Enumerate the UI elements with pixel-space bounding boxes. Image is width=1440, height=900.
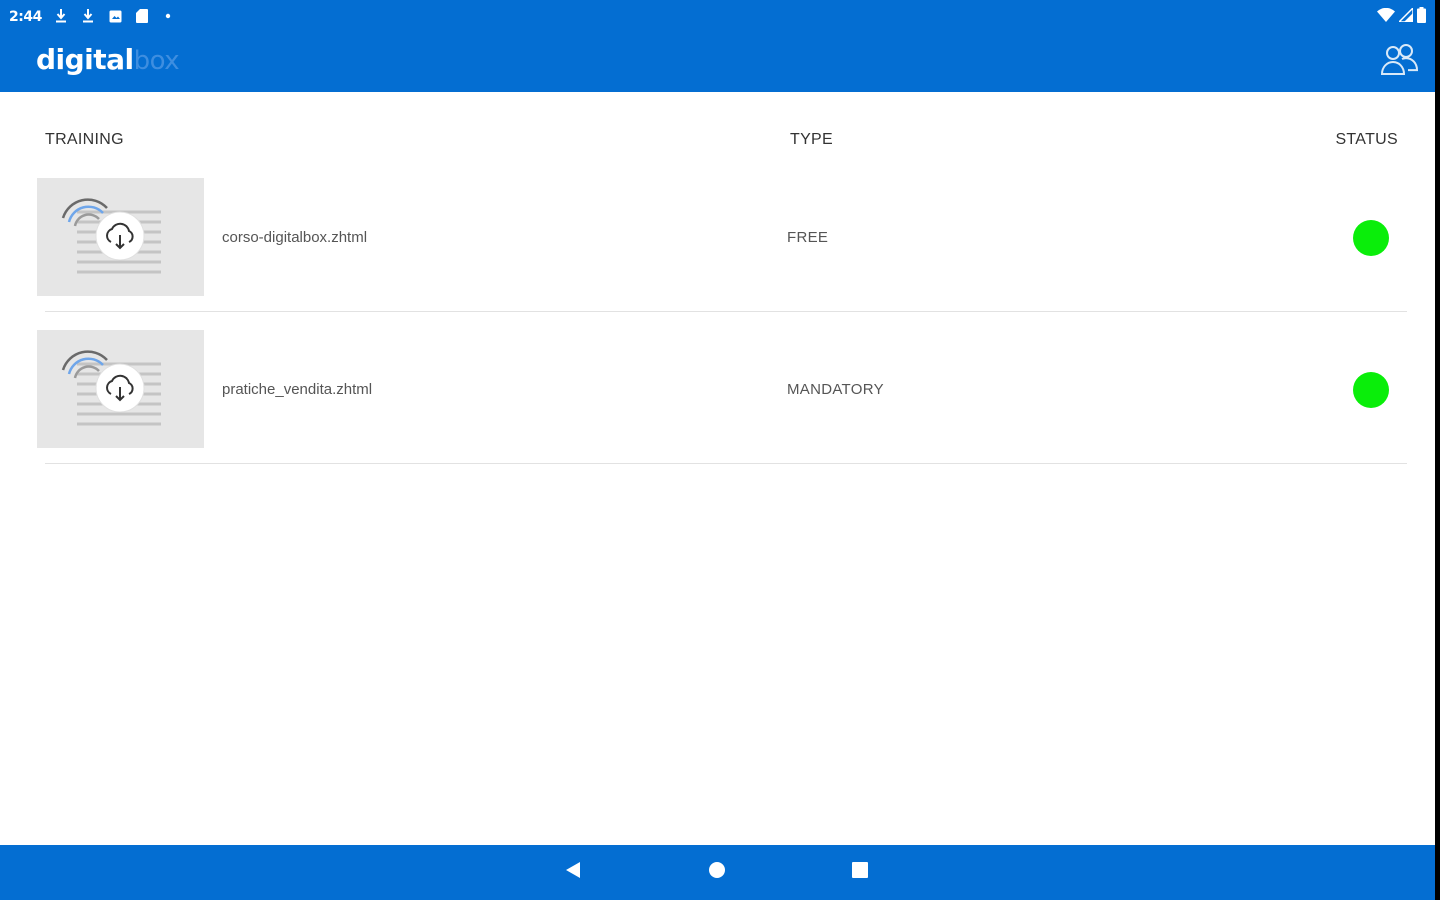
status-right-icons <box>1377 5 1426 28</box>
download-icon <box>81 8 95 24</box>
training-name: pratiche_vendita.zhtml <box>222 381 373 398</box>
sd-card-icon <box>135 8 149 24</box>
battery-icon <box>1417 6 1426 28</box>
document-thumbnail-graphic <box>61 350 161 426</box>
row-divider <box>45 311 1407 312</box>
header-training: TRAINING <box>45 131 124 148</box>
header-status: STATUS <box>1335 131 1398 148</box>
logo-sub-text: box <box>133 46 180 76</box>
wifi-icon <box>1377 7 1395 27</box>
training-name: corso-digitalbox.zhtml <box>222 229 368 246</box>
photo-icon <box>108 8 122 24</box>
table-row[interactable]: pratiche_vendita.zhtml MANDATORY <box>37 330 1407 464</box>
status-indicator <box>1353 372 1389 408</box>
recents-icon <box>851 861 869 884</box>
training-thumbnail <box>37 330 204 448</box>
users-icon <box>1380 43 1420 82</box>
navigation-bar <box>0 845 1440 900</box>
training-type: FREE <box>787 229 829 246</box>
app-header: 2:44 digitalbox <box>0 0 1440 92</box>
download-icon <box>54 8 68 24</box>
screen-edge <box>1435 0 1440 900</box>
signal-icon <box>1397 5 1414 27</box>
users-button[interactable] <box>1378 42 1422 82</box>
home-button[interactable] <box>689 845 745 900</box>
table-row[interactable]: corso-digitalbox.zhtml FREE <box>37 178 1407 312</box>
status-indicator <box>1353 220 1389 256</box>
training-type: MANDATORY <box>787 381 884 398</box>
document-thumbnail-graphic <box>61 198 161 274</box>
back-icon <box>564 861 582 884</box>
status-time: 2:44 <box>9 9 42 25</box>
dot-icon <box>161 8 175 24</box>
home-icon <box>708 861 726 884</box>
training-thumbnail <box>37 178 204 296</box>
back-button[interactable] <box>545 845 601 900</box>
header-type: TYPE <box>790 131 833 148</box>
status-bar: 2:44 <box>0 0 1440 34</box>
logo-main-text: digital <box>36 43 134 76</box>
row-divider <box>45 463 1407 464</box>
recents-button[interactable] <box>832 845 888 900</box>
app-logo: digitalbox <box>36 40 180 81</box>
